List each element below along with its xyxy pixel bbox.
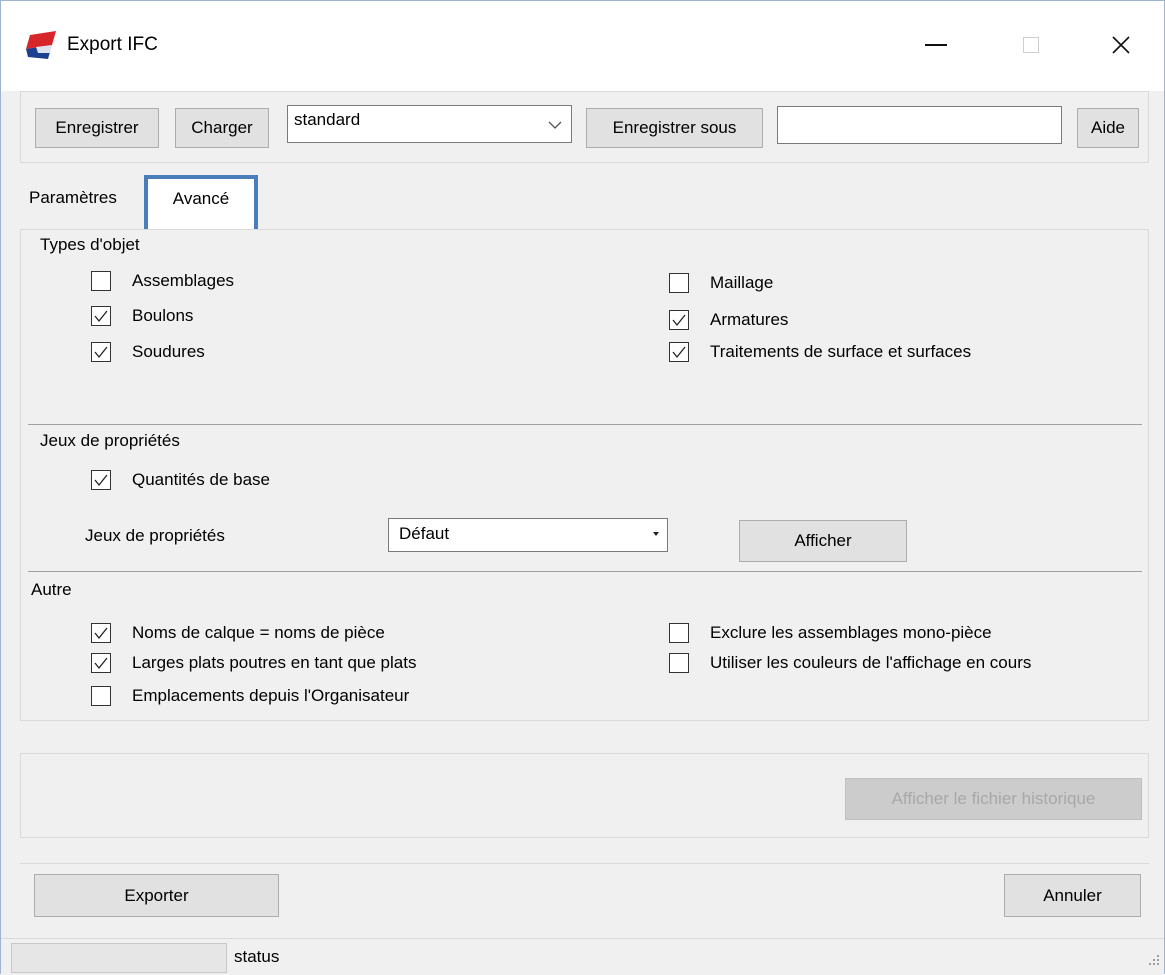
cancel-button[interactable]: Annuler bbox=[1004, 874, 1141, 917]
checkmark-icon bbox=[672, 314, 686, 327]
log-area: Afficher le fichier historique bbox=[20, 753, 1149, 838]
checkbox-label: Traitements de surface et surfaces bbox=[710, 342, 972, 361]
save-button[interactable]: Enregistrer bbox=[35, 108, 159, 148]
object-types-group-title: Types d'objet bbox=[40, 235, 140, 254]
status-progress-well bbox=[11, 943, 227, 973]
export-button[interactable]: Exporter bbox=[34, 874, 279, 917]
maximize-button[interactable] bbox=[1001, 23, 1061, 67]
help-button[interactable]: Aide bbox=[1077, 108, 1139, 148]
checkmark-icon bbox=[94, 657, 108, 670]
checkbox-box bbox=[669, 310, 689, 330]
close-icon bbox=[1112, 36, 1130, 54]
tab-parameters[interactable]: Paramètres bbox=[29, 188, 117, 222]
checkbox-base-quantities[interactable]: Quantités de base bbox=[91, 470, 270, 490]
checkbox-label: Assemblages bbox=[132, 271, 235, 290]
checkmark-icon bbox=[672, 346, 686, 359]
checkbox-box bbox=[91, 686, 111, 706]
checkbox-box bbox=[669, 623, 689, 643]
checkbox-box bbox=[91, 470, 111, 490]
checkbox-label: Noms de calque = noms de pièce bbox=[132, 623, 385, 642]
checkbox-label: Armatures bbox=[710, 310, 789, 329]
preset-dropdown[interactable]: standard bbox=[287, 105, 572, 143]
group-separator bbox=[28, 571, 1142, 572]
checkbox-exclude-single-part[interactable]: Exclure les assemblages mono-pièce bbox=[669, 623, 992, 643]
other-group-title: Autre bbox=[31, 580, 72, 599]
checkbox-box bbox=[91, 306, 111, 326]
checkbox-label: Emplacements depuis l'Organisateur bbox=[132, 686, 410, 705]
checkmark-icon bbox=[94, 474, 108, 487]
checkbox-label: Maillage bbox=[710, 273, 774, 292]
chevron-down-icon bbox=[548, 121, 562, 129]
resize-grip-icon[interactable] bbox=[1148, 954, 1160, 966]
checkbox-box bbox=[91, 271, 111, 291]
checkbox-label: Utiliser les couleurs de l'affichage en … bbox=[710, 653, 1032, 672]
checkbox-rebars[interactable]: Armatures bbox=[669, 310, 788, 330]
checkbox-bolts[interactable]: Boulons bbox=[91, 306, 193, 326]
checkbox-box bbox=[91, 623, 111, 643]
maximize-icon bbox=[1023, 37, 1039, 53]
checkbox-box bbox=[91, 342, 111, 362]
property-sets-dropdown[interactable]: Défaut bbox=[388, 518, 668, 552]
window-title: Export IFC bbox=[67, 34, 158, 55]
status-bar: status bbox=[1, 938, 1164, 975]
checkbox-welds[interactable]: Soudures bbox=[91, 342, 205, 362]
advanced-tab-panel: Types d'objet Assemblages Boulons Soudur… bbox=[20, 229, 1149, 721]
preset-toolbar: Enregistrer Charger standard Enregistrer… bbox=[20, 91, 1149, 163]
property-sets-group-title: Jeux de propriétés bbox=[40, 431, 180, 450]
checkmark-icon bbox=[94, 627, 108, 640]
close-button[interactable] bbox=[1091, 23, 1151, 67]
title-bar: Export IFC bbox=[1, 1, 1164, 91]
group-separator bbox=[28, 424, 1142, 425]
minimize-button[interactable] bbox=[906, 23, 966, 67]
checkbox-box bbox=[669, 273, 689, 293]
status-text: status bbox=[234, 947, 280, 966]
checkbox-mesh[interactable]: Maillage bbox=[669, 273, 773, 293]
checkbox-organizer-locations[interactable]: Emplacements depuis l'Organisateur bbox=[91, 686, 409, 706]
checkmark-icon bbox=[94, 310, 108, 323]
show-log-file-button[interactable]: Afficher le fichier historique bbox=[845, 778, 1142, 820]
checkbox-label: Larges plats poutres en tant que plats bbox=[132, 653, 417, 672]
checkbox-label: Exclure les assemblages mono-pièce bbox=[710, 623, 992, 642]
load-button[interactable]: Charger bbox=[175, 108, 269, 148]
checkmark-icon bbox=[94, 346, 108, 359]
minimize-icon bbox=[925, 44, 947, 46]
save-as-button[interactable]: Enregistrer sous bbox=[586, 108, 763, 148]
checkbox-label: Soudures bbox=[132, 342, 205, 361]
checkbox-assemblies[interactable]: Assemblages bbox=[91, 271, 234, 291]
caret-down-icon bbox=[653, 532, 659, 536]
checkbox-label: Boulons bbox=[132, 306, 194, 325]
checkbox-wide-flats[interactable]: Larges plats poutres en tant que plats bbox=[91, 653, 416, 673]
checkbox-surface-treatments[interactable]: Traitements de surface et surfaces bbox=[669, 342, 971, 362]
tab-advanced[interactable]: Avancé bbox=[144, 175, 258, 234]
checkbox-current-view-colors[interactable]: Utiliser les couleurs de l'affichage en … bbox=[669, 653, 1031, 673]
save-as-name-input[interactable] bbox=[777, 106, 1062, 144]
property-sets-label: Jeux de propriétés bbox=[85, 526, 225, 545]
checkbox-label: Quantités de base bbox=[132, 470, 270, 489]
show-property-sets-button[interactable]: Afficher bbox=[739, 520, 907, 562]
export-ifc-dialog: Export IFC Enregistrer Charger standard … bbox=[0, 0, 1165, 975]
checkbox-box bbox=[669, 342, 689, 362]
preset-dropdown-value: standard bbox=[294, 110, 361, 129]
checkbox-box bbox=[669, 653, 689, 673]
tekla-app-icon bbox=[26, 31, 56, 59]
property-sets-dropdown-value: Défaut bbox=[399, 524, 450, 543]
checkbox-box bbox=[91, 653, 111, 673]
divider bbox=[20, 863, 1149, 864]
checkbox-layer-names[interactable]: Noms de calque = noms de pièce bbox=[91, 623, 385, 643]
